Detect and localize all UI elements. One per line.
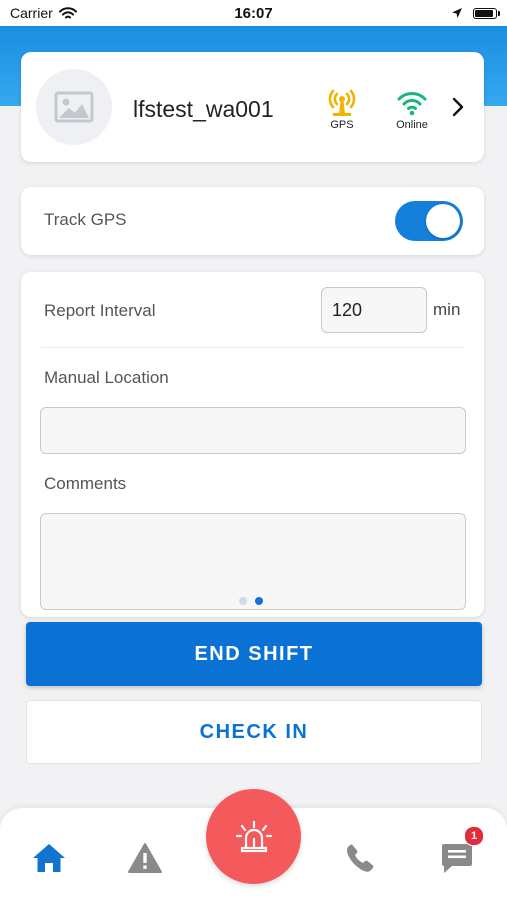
comments-input[interactable]: [40, 513, 466, 610]
battery-icon: [473, 7, 500, 19]
report-interval-unit: min: [433, 300, 461, 319]
status-left: Carrier: [10, 5, 77, 21]
wifi-icon: [397, 92, 427, 116]
gps-label: GPS: [330, 119, 354, 131]
profile-card[interactable]: lfstest_wa001 GPS Online: [21, 52, 484, 162]
check-in-button[interactable]: CHECK IN: [26, 700, 482, 764]
wifi-signal-icon: [58, 6, 77, 18]
track-gps-label: Track GPS: [44, 210, 127, 229]
end-shift-button[interactable]: END SHIFT: [26, 622, 482, 686]
tab-phone[interactable]: [340, 838, 380, 878]
online-status[interactable]: Online: [387, 88, 437, 131]
toggle-knob: [426, 204, 460, 238]
comments-label: Comments: [44, 474, 127, 493]
warning-icon: [128, 843, 162, 873]
page-indicator: [239, 597, 263, 605]
location-arrow-icon: [452, 8, 462, 18]
report-form-card: Report Interval min Manual Location Comm…: [21, 272, 484, 617]
manual-location-label: Manual Location: [44, 368, 169, 387]
username: lfstest_wa001: [133, 96, 274, 122]
track-gps-toggle[interactable]: [395, 201, 463, 241]
image-placeholder-icon: [54, 91, 94, 123]
status-bar: Carrier 16:07: [0, 0, 507, 26]
online-label: Online: [396, 119, 428, 131]
manual-location-input[interactable]: [40, 407, 466, 454]
sos-alarm-button[interactable]: [206, 789, 301, 884]
carrier-name: Carrier: [10, 5, 53, 21]
tab-home[interactable]: [29, 838, 69, 878]
phone-icon: [347, 844, 374, 872]
page-dot-2[interactable]: [255, 597, 263, 605]
gps-status[interactable]: GPS: [317, 88, 367, 131]
status-right: [451, 7, 500, 19]
battery-level: [475, 9, 493, 17]
page-dot-1[interactable]: [239, 597, 247, 605]
chat-badge: 1: [464, 826, 484, 846]
tab-messages[interactable]: 1: [437, 826, 484, 878]
home-icon: [33, 844, 65, 872]
tab-alerts[interactable]: [125, 838, 165, 878]
track-gps-card: Track GPS: [21, 187, 484, 255]
divider: [41, 347, 464, 348]
siren-icon: [235, 820, 272, 852]
gps-tower-icon: [328, 89, 356, 116]
chevron-right-icon[interactable]: [451, 96, 465, 118]
report-interval-label: Report Interval: [44, 301, 156, 320]
chat-icon: [442, 844, 472, 873]
avatar: [36, 69, 112, 145]
report-interval-input[interactable]: [321, 287, 427, 333]
